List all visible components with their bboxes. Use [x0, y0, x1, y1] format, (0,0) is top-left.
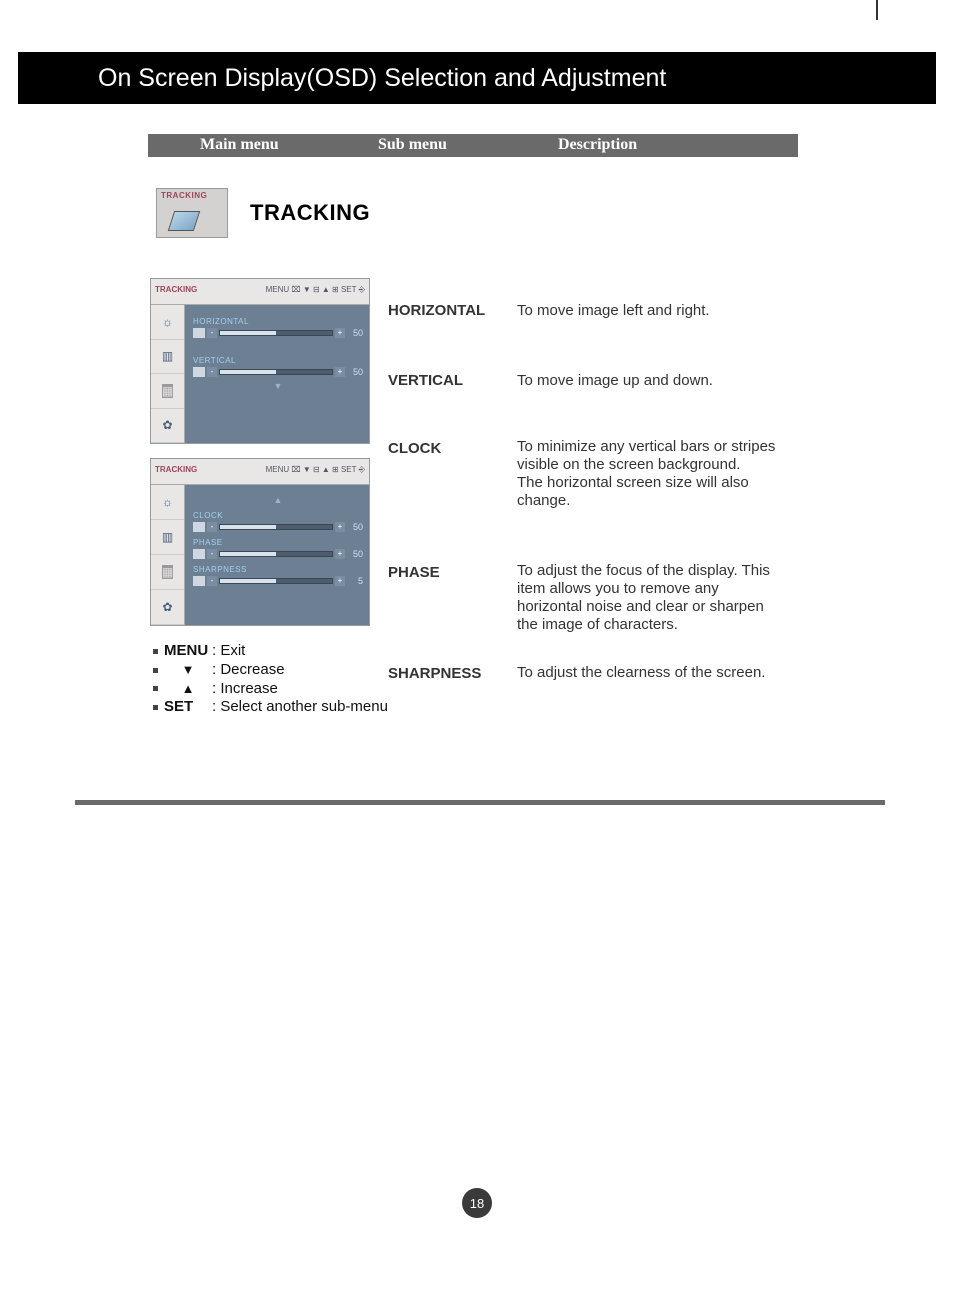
osd2-header-icons: MENU ⌧ ▼ ⊟ ▲ ⊞ SET ⎆ [266, 465, 365, 475]
submenu-horizontal-label: HORIZONTAL [388, 302, 485, 319]
osd1-item0-val: 50 [347, 328, 363, 338]
minus-icon: - [207, 576, 217, 586]
tracking-icon-label: TRACKING [161, 191, 207, 200]
tracking-heading: TRACKING [250, 200, 370, 226]
color-icon: ▥ [162, 530, 173, 544]
section-divider [75, 800, 885, 805]
sharpness-slider-icon [193, 576, 205, 586]
minus-icon: - [207, 367, 217, 377]
color-icon: ▥ [162, 349, 173, 363]
osd1-header-icons: MENU ⌧ ▼ ⊟ ▲ ⊞ SET ⎆ [266, 285, 365, 295]
col-description: Description [558, 136, 637, 154]
minus-icon: - [207, 522, 217, 532]
page-top-mark [876, 0, 878, 20]
legend-menu-key: MENU [164, 642, 212, 661]
osd1-content: HORIZONTAL - + 50 VERTICAL - + 50 [185, 305, 369, 443]
legend-down-icon: ▼ [164, 662, 212, 678]
brightness-icon: ☼ [162, 495, 173, 509]
plus-icon: + [335, 367, 345, 377]
submenu-phase-label: PHASE [388, 564, 440, 581]
plus-icon: + [335, 522, 345, 532]
desc-vertical: To move image up and down. [517, 372, 787, 390]
osd1-left-icons: ☼ ▥ ▦ ✿ [151, 305, 185, 443]
desc-phase: To adjust the focus of the display. This… [517, 562, 787, 634]
legend-up-desc: : Increase [212, 680, 278, 699]
phase-slider-icon [193, 549, 205, 559]
osd2-header: TRACKING MENU ⌧ ▼ ⊟ ▲ ⊞ SET ⎆ [151, 459, 369, 485]
col-sub-menu: Sub menu [378, 136, 447, 154]
legend-down-desc: : Decrease [212, 661, 285, 680]
column-header-bar: Main menu Sub menu Description [148, 134, 798, 157]
legend-menu-desc: : Exit [212, 642, 245, 661]
page-title-band: On Screen Display(OSD) Selection and Adj… [18, 52, 936, 104]
osd2-item2-slider: - + 5 [193, 576, 363, 586]
osd2-item2-val: 5 [347, 576, 363, 586]
minus-icon: - [207, 328, 217, 338]
tracking-icon-symbol [168, 211, 200, 231]
desc-horizontal: To move image left and right. [517, 302, 787, 320]
clock-slider-icon [193, 522, 205, 532]
submenu-clock-label: CLOCK [388, 440, 441, 457]
page-number-badge: 18 [462, 1188, 492, 1218]
osd2-item1-name: PHASE [193, 538, 363, 547]
desc-clock: To minimize any vertical bars or stripes… [517, 438, 787, 510]
plus-icon: + [335, 549, 345, 559]
osd1-item1-val: 50 [347, 367, 363, 377]
osd1-title: TRACKING [155, 285, 197, 294]
osd-panel-1: TRACKING MENU ⌧ ▼ ⊟ ▲ ⊞ SET ⎆ ☼ ▥ ▦ ✿ HO… [150, 278, 370, 444]
tracking-tab-icon: ▦ [162, 384, 173, 398]
submenu-vertical-label: VERTICAL [388, 372, 463, 389]
osd2-item0-slider: - + 50 [193, 522, 363, 532]
legend-set-key: SET [164, 698, 212, 717]
legend-up-icon: ▲ [164, 681, 212, 697]
tracking-tab-icon: ▦ [162, 565, 173, 579]
brightness-icon: ☼ [162, 315, 173, 329]
osd1-scroll-down-icon: ▼ [193, 381, 363, 391]
osd1-item0-name: HORIZONTAL [193, 317, 363, 326]
horizontal-slider-icon [193, 328, 205, 338]
osd2-title: TRACKING [155, 465, 197, 474]
osd1-item1-slider: - + 50 [193, 367, 363, 377]
osd1-item0-slider: - + 50 [193, 328, 363, 338]
osd-panel-2: TRACKING MENU ⌧ ▼ ⊟ ▲ ⊞ SET ⎆ ☼ ▥ ▦ ✿ ▲ … [150, 458, 370, 626]
button-legend: MENU: Exit ▼: Decrease ▲: Increase SET: … [153, 642, 388, 717]
osd2-item1-val: 50 [347, 549, 363, 559]
col-main-menu: Main menu [200, 136, 279, 154]
desc-sharpness: To adjust the clearness of the screen. [517, 664, 787, 682]
osd2-left-icons: ☼ ▥ ▦ ✿ [151, 485, 185, 625]
vertical-slider-icon [193, 367, 205, 377]
submenu-sharpness-label: SHARPNESS [388, 665, 481, 682]
osd1-item1-name: VERTICAL [193, 356, 363, 365]
osd2-item1-slider: - + 50 [193, 549, 363, 559]
plus-icon: + [335, 576, 345, 586]
tracking-osd-icon: TRACKING [156, 188, 228, 238]
osd2-item0-name: CLOCK [193, 511, 363, 520]
osd2-item0-val: 50 [347, 522, 363, 532]
minus-icon: - [207, 549, 217, 559]
osd2-item2-name: SHARPNESS [193, 565, 363, 574]
osd1-header: TRACKING MENU ⌧ ▼ ⊟ ▲ ⊞ SET ⎆ [151, 279, 369, 305]
osd2-scroll-up-icon: ▲ [193, 495, 363, 505]
setup-icon: ✿ [162, 600, 172, 614]
setup-icon: ✿ [162, 418, 172, 432]
page-title: On Screen Display(OSD) Selection and Adj… [98, 64, 666, 93]
osd1-item0-fill [220, 331, 276, 335]
legend-set-desc: : Select another sub-menu [212, 698, 388, 717]
osd2-content: ▲ CLOCK - + 50 PHASE - + 50 [185, 485, 369, 625]
plus-icon: + [335, 328, 345, 338]
